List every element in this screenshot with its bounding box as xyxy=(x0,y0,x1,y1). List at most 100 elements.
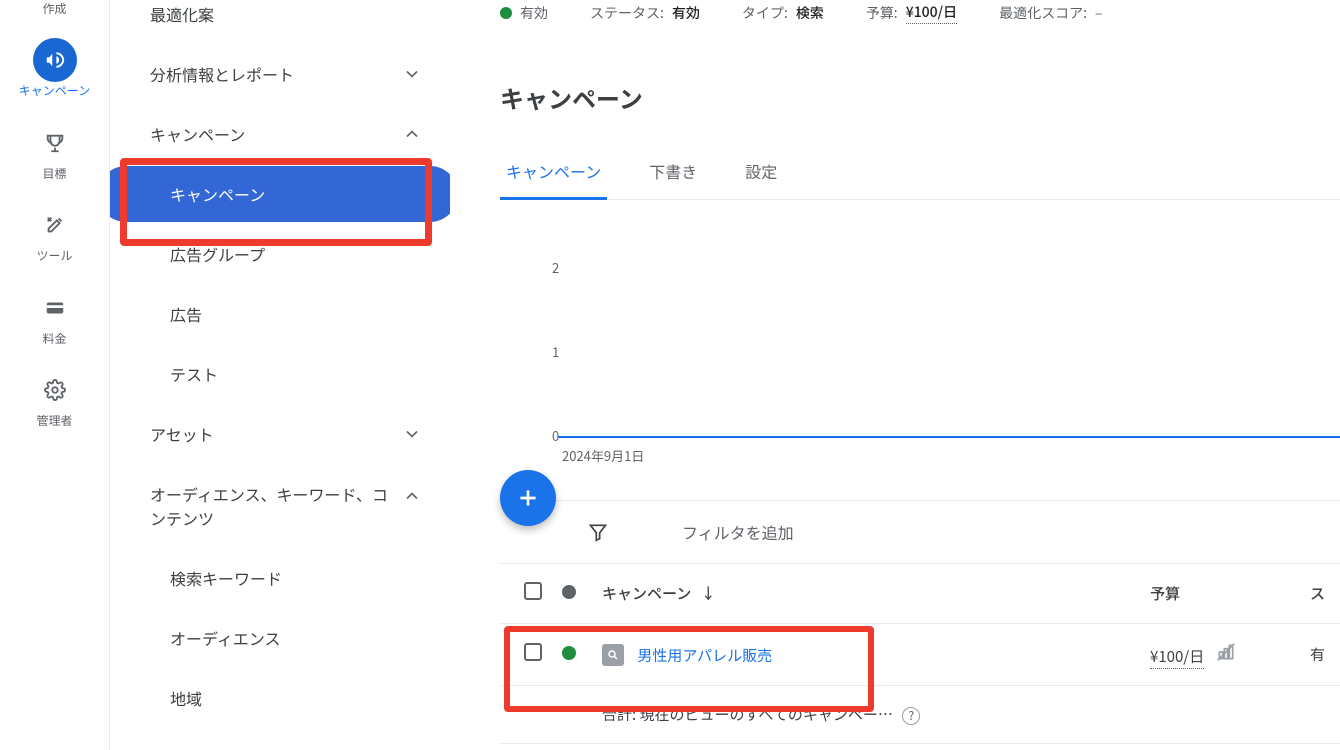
add-campaign-fab[interactable] xyxy=(500,470,556,526)
nav-section-label: キャンペーン xyxy=(150,122,245,146)
type-value: 検索 xyxy=(796,3,824,23)
tab-campaigns[interactable]: キャンペーン xyxy=(500,159,607,199)
card-icon xyxy=(33,286,77,330)
col-status-label: ス xyxy=(1310,583,1325,604)
status-optimization: 最適化スコア: – xyxy=(999,3,1102,23)
nav-section-label: アセット xyxy=(150,422,214,446)
main-panel: 有効 ステータス: 有効 タイプ: 検索 予算: ¥100/日 最適化スコア: … xyxy=(450,0,1340,750)
nav-sub-label: 検索キーワード xyxy=(170,566,282,590)
y-tick-2: 2 xyxy=(552,258,559,277)
tab-label: 下書き xyxy=(649,159,697,183)
rail-label: 作成 xyxy=(42,2,66,16)
rail-item-tools[interactable]: ツール xyxy=(0,189,109,271)
nav-sub-tests[interactable]: テスト xyxy=(110,344,450,404)
summary-label: 合計: 現在のビューのすべてのキャンペー… xyxy=(602,704,893,725)
status-dot-icon xyxy=(500,7,512,19)
nav-sub-audiences[interactable]: オーディエンス xyxy=(110,608,450,668)
rail-item-goals[interactable]: 目標 xyxy=(0,107,109,189)
nav-sub-locations[interactable]: 地域 xyxy=(110,668,450,728)
opt-value: – xyxy=(1095,3,1103,23)
status-bar: 有効 ステータス: 有効 タイプ: 検索 予算: ¥100/日 最適化スコア: … xyxy=(500,0,1340,24)
status-dot-icon[interactable] xyxy=(562,646,576,660)
campaigns-table: キャンペーン ↓ 予算 ス 男性用アパレル販売 xyxy=(500,564,1340,744)
nav-section-optimization[interactable]: 最適化案 xyxy=(110,0,450,44)
tab-settings[interactable]: 設定 xyxy=(739,159,783,199)
nav-section-campaigns[interactable]: キャンペーン xyxy=(110,104,450,164)
status-budget[interactable]: 予算: ¥100/日 xyxy=(866,2,957,24)
tools-icon xyxy=(33,203,77,247)
nav-section-audiences[interactable]: オーディエンス、キーワード、コンテンツ xyxy=(110,464,450,548)
funnel-icon xyxy=(588,522,608,542)
rail-label: 管理者 xyxy=(36,414,72,428)
table-header-row: キャンペーン ↓ 予算 ス xyxy=(500,564,1340,624)
y-tick-1: 1 xyxy=(552,342,559,361)
nav-section-assets[interactable]: アセット xyxy=(110,404,450,464)
no-chart-icon xyxy=(1216,642,1236,662)
opt-label: 最適化スコア: xyxy=(999,3,1087,23)
nav-sub-label: オーディエンス xyxy=(170,626,281,650)
tab-label: キャンペーン xyxy=(506,159,601,183)
rail-item-create[interactable]: 作成 xyxy=(0,0,109,24)
status-header-dot-icon[interactable] xyxy=(562,585,576,599)
search-type-icon xyxy=(602,644,624,666)
nav-sub-search-keywords[interactable]: 検索キーワード xyxy=(110,548,450,608)
rail-label: ツール xyxy=(36,249,72,263)
tabs: キャンペーン 下書き 設定 xyxy=(500,159,1340,200)
left-rail: 作成 キャンペーン 目標 ツール 料金 管理者 xyxy=(0,0,110,750)
nav-sub-label: キャンペーン xyxy=(170,182,265,206)
type-label: タイプ: xyxy=(742,3,788,23)
nav-sub-label: テスト xyxy=(170,362,218,386)
plus-icon xyxy=(515,485,541,511)
campaign-name-link[interactable]: 男性用アパレル販売 xyxy=(637,645,772,666)
table-row[interactable]: 男性用アパレル販売 ¥100/日 有 xyxy=(500,624,1340,686)
page-title: キャンペーン xyxy=(500,80,1340,115)
table-summary-row: 合計: 現在のビューのすべてのキャンペー… ? xyxy=(500,686,1340,744)
rail-label: 料金 xyxy=(42,332,66,346)
col-budget[interactable]: 予算 xyxy=(1140,564,1300,624)
nav-section-label: オーディエンス、キーワード、コンテンツ xyxy=(150,482,390,530)
nav-sub-label: 地域 xyxy=(170,686,202,710)
status-enabled[interactable]: 有効 xyxy=(500,3,548,23)
nav-sub-label: 広告グループ xyxy=(170,242,265,266)
selected-pill xyxy=(110,166,450,222)
filter-bar[interactable]: フィルタを追加 xyxy=(500,500,1340,564)
status-value: 有効 xyxy=(672,3,700,23)
select-all-checkbox[interactable] xyxy=(524,582,542,600)
status-label: ステータス: xyxy=(590,3,664,23)
nav-sub-ads[interactable]: 広告 xyxy=(110,284,450,344)
arrow-down-icon: ↓ xyxy=(701,583,716,604)
trophy-icon xyxy=(33,121,77,165)
row-budget[interactable]: ¥100/日 xyxy=(1150,646,1204,669)
nav-sub-adgroups[interactable]: 広告グループ xyxy=(110,224,450,284)
tab-label: 設定 xyxy=(745,159,777,183)
chart-start-date: 2024年9月1日 xyxy=(562,446,644,465)
status-type: タイプ: 検索 xyxy=(742,3,824,23)
rail-label: 目標 xyxy=(42,167,66,181)
chevron-down-icon xyxy=(402,424,422,444)
chart: 2 1 0 2024年9月1日 xyxy=(500,250,1340,470)
rail-item-billing[interactable]: 料金 xyxy=(0,272,109,354)
col-campaign-label: キャンペーン xyxy=(602,583,691,604)
nav-section-label: 分析情報とレポート xyxy=(150,62,294,86)
row-checkbox[interactable] xyxy=(524,643,542,661)
nav-sub-campaigns[interactable]: キャンペーン xyxy=(110,164,450,224)
rail-item-campaigns[interactable]: キャンペーン xyxy=(0,24,109,106)
gear-icon xyxy=(33,368,77,412)
megaphone-icon xyxy=(33,38,77,82)
filter-placeholder: フィルタを追加 xyxy=(682,520,794,544)
status-enabled-label: 有効 xyxy=(520,3,548,23)
row-status-partial: 有 xyxy=(1300,624,1340,686)
rail-label: キャンペーン xyxy=(19,84,90,98)
nav-section-insights[interactable]: 分析情報とレポート xyxy=(110,44,450,104)
chart-x-axis xyxy=(558,436,1340,438)
help-icon[interactable]: ? xyxy=(902,707,920,725)
chevron-up-icon xyxy=(402,486,422,506)
nav-section-label: 最適化案 xyxy=(150,2,214,26)
col-campaign[interactable]: キャンペーン ↓ xyxy=(592,564,1140,624)
chevron-up-icon xyxy=(402,124,422,144)
chevron-down-icon xyxy=(402,64,422,84)
tab-drafts[interactable]: 下書き xyxy=(643,159,703,199)
col-budget-label: 予算 xyxy=(1150,583,1180,604)
rail-item-admin[interactable]: 管理者 xyxy=(0,354,109,436)
col-status-partial[interactable]: ス xyxy=(1300,564,1340,624)
